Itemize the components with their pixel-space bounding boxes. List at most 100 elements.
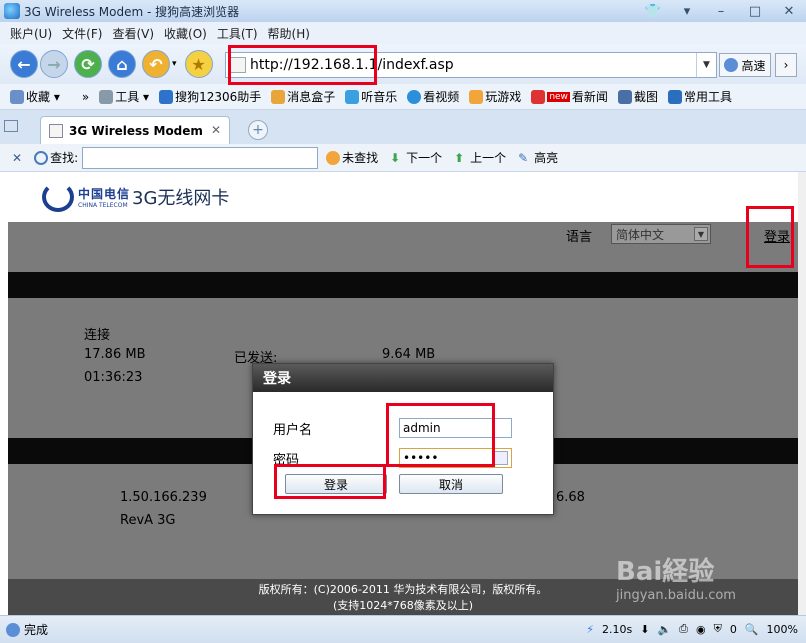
- browser-logo-icon: [4, 3, 20, 19]
- find-label: 查找:: [34, 149, 78, 166]
- speed-mode-button[interactable]: 高速: [719, 53, 771, 77]
- minimize-button[interactable]: –: [704, 0, 738, 22]
- find-input[interactable]: [82, 146, 319, 169]
- skin-icon[interactable]: 👕: [636, 0, 670, 22]
- tab-page-icon: [49, 123, 63, 138]
- game-icon: [469, 89, 484, 104]
- magnifier-icon: [34, 150, 49, 165]
- menu-icon[interactable]: ▾: [670, 0, 704, 22]
- menu-view[interactable]: 查看(V): [112, 25, 154, 42]
- film-icon: [407, 89, 422, 104]
- dialog-title: 登录: [253, 364, 553, 392]
- zoom-icon[interactable]: 🔍: [745, 623, 759, 636]
- back-icon[interactable]: ←: [10, 50, 38, 78]
- arrow-up-icon: ⬆: [454, 150, 465, 165]
- fav-message-box[interactable]: 消息盒子: [271, 88, 335, 105]
- favorites-icon: [10, 89, 24, 104]
- shield-icon[interactable]: ⛨: [714, 622, 722, 636]
- watermark-brand: Bai経验: [616, 557, 715, 587]
- ip-address: 1.50.166.239: [120, 490, 207, 505]
- menu-account[interactable]: 账户(U): [10, 25, 52, 42]
- favorites-menu[interactable]: 收藏 ▾: [10, 88, 60, 105]
- lightning-icon[interactable]: ⚡: [586, 623, 594, 636]
- home-icon[interactable]: ⌂: [108, 50, 136, 78]
- more-chevron-icon[interactable]: »: [82, 90, 89, 104]
- window-controls: 👕 ▾ – □ ✕: [636, 0, 806, 22]
- go-button[interactable]: ›: [775, 53, 797, 77]
- fav-screenshot[interactable]: 截图: [617, 88, 658, 105]
- tools-menu[interactable]: 工具 ▾: [99, 88, 149, 105]
- fav-12306[interactable]: 搜狗12306助手: [159, 88, 261, 105]
- info-value: 6.68: [556, 490, 585, 505]
- find-close-icon[interactable]: ✕: [12, 151, 22, 165]
- volume-icon[interactable]: 🔈: [657, 623, 671, 636]
- language-select[interactable]: 简体中文 ▼: [611, 224, 711, 244]
- fav-music[interactable]: 听音乐: [345, 88, 397, 105]
- globe-icon: [6, 622, 20, 637]
- menu-tools[interactable]: 工具(T): [217, 25, 258, 42]
- connection-status: 连接: [84, 328, 111, 343]
- brand-logo: 中国电信 CHINA TELECOM: [78, 187, 131, 209]
- print-icon[interactable]: ⎙: [679, 622, 688, 636]
- address-dropdown-icon[interactable]: ▼: [696, 53, 716, 77]
- pen-icon: ✎: [518, 150, 529, 165]
- forward-icon[interactable]: →: [40, 50, 68, 78]
- highlight-button[interactable]: ✎ 高亮: [518, 149, 558, 166]
- maximize-button[interactable]: □: [738, 0, 772, 22]
- news-icon: [531, 89, 546, 104]
- status-tools: ⚡ 2.10s ⬇ 🔈 ⎙ ◉ ⛨ 0 🔍 100%: [578, 622, 798, 636]
- find-prev-button[interactable]: ⬆ 上一个: [454, 149, 506, 166]
- fav-games[interactable]: 玩游戏: [469, 88, 521, 105]
- tab-3g-wireless-modem[interactable]: 3G Wireless Modem ✕: [40, 116, 230, 144]
- toolbox-icon: [667, 89, 682, 104]
- fav-common-tools[interactable]: 常用工具: [667, 88, 732, 105]
- zoom-level[interactable]: 100%: [767, 623, 798, 636]
- eye-icon[interactable]: ◉: [696, 623, 706, 636]
- login-button-highlight-box: [274, 464, 386, 499]
- login-link-highlight-box: [746, 206, 794, 268]
- counter-value: 0: [729, 622, 737, 636]
- close-button[interactable]: ✕: [772, 0, 806, 22]
- speed-icon: [724, 58, 739, 72]
- sent-amount: 9.64 MB: [382, 347, 436, 362]
- undo-icon[interactable]: ↶: [142, 50, 170, 78]
- menu-favorites[interactable]: 收藏(O): [164, 25, 207, 42]
- undo-dropdown-icon[interactable]: ▾: [172, 59, 177, 69]
- headphones-icon: [345, 89, 360, 104]
- new-badge: new: [547, 91, 570, 102]
- hardware-version: RevA 3G: [120, 513, 176, 528]
- menu-bar: 账户(U) 文件(F) 查看(V) 收藏(O) 工具(T) 帮助(H): [0, 22, 806, 44]
- title-bar: 3G Wireless Modem - 搜狗高速浏览器 👕 ▾ – □ ✕: [0, 0, 806, 22]
- find-next-button[interactable]: ⬇ 下一个: [390, 149, 442, 166]
- load-time: 2.10s: [602, 622, 633, 636]
- baidu-jingyan-watermark: Bai経验 jingyan.baidu.com: [616, 551, 766, 611]
- connection-duration: 01:36:23: [84, 370, 143, 385]
- menu-help[interactable]: 帮助(H): [268, 25, 310, 42]
- speed-label: 高速: [741, 58, 766, 73]
- face-icon: [326, 150, 341, 165]
- received-amount: 17.86 MB: [84, 347, 146, 362]
- train-icon: [159, 89, 174, 104]
- sidebar-toggle-icon[interactable]: [4, 120, 18, 132]
- menu-file[interactable]: 文件(F): [62, 25, 102, 42]
- new-tab-icon[interactable]: +: [248, 120, 268, 140]
- section-header-bar: [8, 272, 798, 298]
- fav-news[interactable]: new 看新闻: [531, 88, 608, 105]
- tab-label: 3G Wireless Modem: [69, 123, 203, 138]
- arrow-down-icon: ⬇: [390, 150, 401, 165]
- chevron-down-icon: ▼: [694, 227, 708, 241]
- cancel-button[interactable]: 取消: [399, 474, 503, 494]
- vertical-scrollbar[interactable]: [798, 172, 806, 615]
- favorites-bar: 收藏 ▾ » 工具 ▾ 搜狗12306助手 消息盒子 听音乐 看视频 玩游戏 n…: [0, 84, 806, 110]
- product-name: 3G无线网卡: [132, 188, 230, 209]
- china-telecom-logo-icon: [42, 182, 74, 212]
- page-header: 中国电信 CHINA TELECOM 3G无线网卡: [8, 172, 798, 222]
- watermark-url: jingyan.baidu.com: [616, 588, 736, 603]
- favorite-star-icon[interactable]: ★: [184, 50, 213, 78]
- language-label: 语言: [566, 230, 593, 245]
- download-icon[interactable]: ⬇: [640, 623, 649, 636]
- bell-icon: [271, 89, 286, 104]
- tab-close-icon[interactable]: ✕: [211, 123, 221, 137]
- refresh-icon[interactable]: ⟳: [74, 50, 102, 78]
- fav-video[interactable]: 看视频: [407, 88, 459, 105]
